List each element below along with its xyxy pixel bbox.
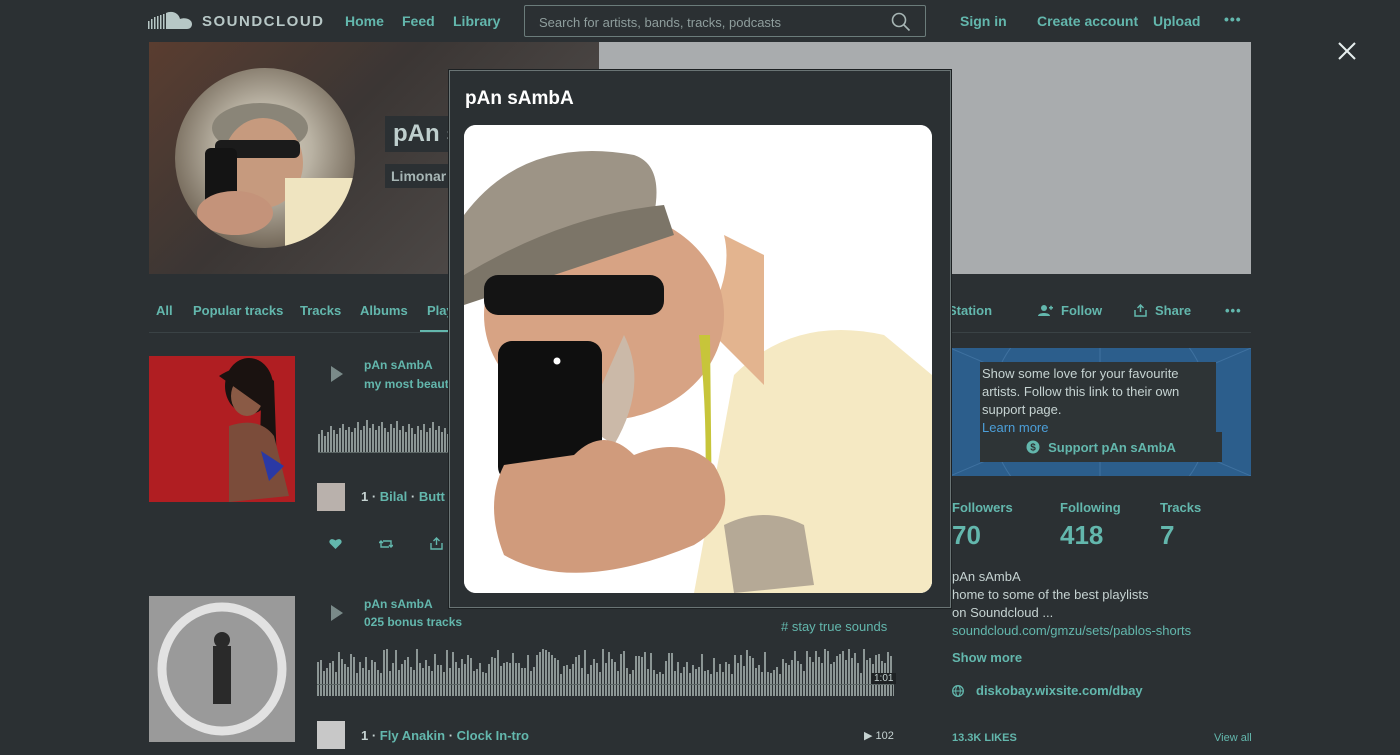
soundcloud-logo[interactable]: SOUNDCLOUD bbox=[148, 11, 325, 31]
following-count[interactable]: 418 bbox=[1060, 520, 1103, 551]
share-button[interactable]: Share bbox=[1134, 303, 1191, 318]
track-list-item[interactable]: 1 · Fly Anakin · Clock In-tro bbox=[361, 728, 529, 743]
track-number: 1 · bbox=[361, 489, 377, 504]
track-thumbnail[interactable] bbox=[317, 721, 345, 749]
sign-in-link[interactable]: Sign in bbox=[960, 13, 1007, 29]
profile-image-large bbox=[464, 125, 932, 593]
track-artwork[interactable] bbox=[149, 356, 295, 502]
likes-heading[interactable]: 13.3K LIKES bbox=[952, 732, 1017, 744]
followers-label[interactable]: Followers bbox=[952, 500, 1013, 515]
following-label[interactable]: Following bbox=[1060, 500, 1121, 515]
support-message: Show some love for your favourite artist… bbox=[982, 366, 1180, 417]
bio-line: on Soundcloud ... bbox=[952, 605, 1054, 620]
play-count-icon: ▶ bbox=[864, 730, 873, 742]
bio-link[interactable]: soundcloud.com/gmzu/sets/pablos-shorts bbox=[952, 622, 1192, 640]
separator: · bbox=[410, 489, 416, 504]
nav-library[interactable]: Library bbox=[453, 13, 500, 29]
share-icon[interactable] bbox=[430, 537, 443, 550]
bio-line: pΑn sΑmbΑ bbox=[952, 569, 1021, 584]
tab-all[interactable]: All bbox=[156, 303, 173, 318]
play-count: ▶ 102 bbox=[864, 729, 894, 742]
view-all-link[interactable]: View all bbox=[1214, 732, 1252, 744]
track-artist[interactable]: Fly Anakin bbox=[380, 728, 445, 743]
logo-text: SOUNDCLOUD bbox=[202, 12, 325, 30]
track-thumbnail[interactable] bbox=[317, 483, 345, 511]
play-button[interactable] bbox=[331, 366, 343, 382]
heart-icon[interactable] bbox=[329, 538, 342, 550]
repost-icon[interactable] bbox=[379, 538, 393, 550]
follow-button[interactable]: Follow bbox=[1038, 303, 1102, 318]
track-user[interactable]: pΑn sΑmbΑ bbox=[364, 597, 433, 611]
bio-line: home to some of the best playlists bbox=[952, 587, 1149, 602]
modal-title: pΑn sΑmbΑ bbox=[465, 88, 574, 109]
avatar[interactable] bbox=[175, 68, 355, 248]
nav-feed[interactable]: Feed bbox=[402, 13, 435, 29]
dollar-icon: $ bbox=[1026, 440, 1040, 454]
tab-albums[interactable]: Albums bbox=[360, 303, 408, 318]
upload-link[interactable]: Upload bbox=[1153, 13, 1200, 29]
more-menu-button[interactable]: ••• bbox=[1224, 11, 1242, 27]
website-url: diskobay.wixsite.com/dbay bbox=[976, 683, 1143, 698]
profile-image-modal: pΑn sΑmbΑ bbox=[449, 70, 951, 608]
search-box bbox=[524, 5, 926, 37]
nav-home[interactable]: Home bbox=[345, 13, 384, 29]
play-count-value: 102 bbox=[875, 730, 894, 742]
support-panel: Show some love for your favourite artist… bbox=[950, 348, 1251, 476]
station-label: Station bbox=[948, 303, 993, 318]
separator: · bbox=[448, 728, 454, 743]
share-label: Share bbox=[1155, 303, 1192, 318]
station-button[interactable]: Station bbox=[948, 303, 992, 318]
followers-count[interactable]: 70 bbox=[952, 520, 981, 551]
waveform[interactable] bbox=[317, 646, 894, 698]
support-text: Show some love for your favourite artist… bbox=[980, 362, 1216, 440]
globe-icon bbox=[952, 684, 964, 697]
tab-popular-tracks[interactable]: Popular tracks bbox=[193, 303, 283, 318]
cloud-icon bbox=[148, 11, 192, 29]
support-button-label: Support pΑn sΑmbΑ bbox=[1048, 439, 1176, 455]
search-input[interactable] bbox=[539, 12, 879, 32]
track-list-item[interactable]: 1 · Bilal · Butt bbox=[361, 489, 445, 504]
track-number: 1 · bbox=[361, 728, 377, 743]
svg-text:$: $ bbox=[1030, 443, 1036, 454]
profile-bio: pΑn sΑmbΑ home to some of the best playl… bbox=[952, 568, 1192, 640]
waveform[interactable] bbox=[318, 418, 450, 460]
play-button[interactable] bbox=[331, 605, 343, 621]
track-user[interactable]: pΑn sΑmbΑ bbox=[364, 358, 433, 372]
track-title[interactable]: 025 bonus tracks bbox=[364, 615, 462, 629]
more-actions-button[interactable]: ••• bbox=[1225, 303, 1242, 318]
tab-tracks[interactable]: Tracks bbox=[300, 303, 341, 318]
track-artist[interactable]: Bilal bbox=[380, 489, 407, 504]
follow-label: Follow bbox=[1061, 303, 1103, 318]
track-name[interactable]: Butt bbox=[419, 489, 445, 504]
show-more-button[interactable]: Show more bbox=[952, 650, 1022, 665]
track-title[interactable]: my most beaut bbox=[364, 377, 449, 391]
share-icon bbox=[1134, 304, 1147, 317]
search-icon[interactable] bbox=[891, 12, 911, 32]
track-artwork[interactable] bbox=[149, 596, 295, 742]
tracks-label[interactable]: Tracks bbox=[1160, 500, 1201, 515]
track-name[interactable]: Clock In-tro bbox=[457, 728, 529, 743]
website-link[interactable]: diskobay.wixsite.com/dbay bbox=[952, 683, 1143, 698]
tracks-count[interactable]: 7 bbox=[1160, 520, 1174, 551]
top-nav: SOUNDCLOUD Home Feed Library Sign in Cre… bbox=[0, 0, 1400, 42]
create-account-link[interactable]: Create account bbox=[1037, 13, 1138, 29]
add-user-icon bbox=[1038, 305, 1053, 316]
track-tag[interactable]: # stay true sounds bbox=[781, 619, 887, 634]
track-duration: 1:01 bbox=[871, 673, 897, 684]
banner-subtitle: Limonar bbox=[385, 164, 453, 188]
support-button[interactable]: $ Support pΑn sΑmbΑ bbox=[980, 432, 1222, 462]
close-icon[interactable] bbox=[1336, 40, 1358, 62]
